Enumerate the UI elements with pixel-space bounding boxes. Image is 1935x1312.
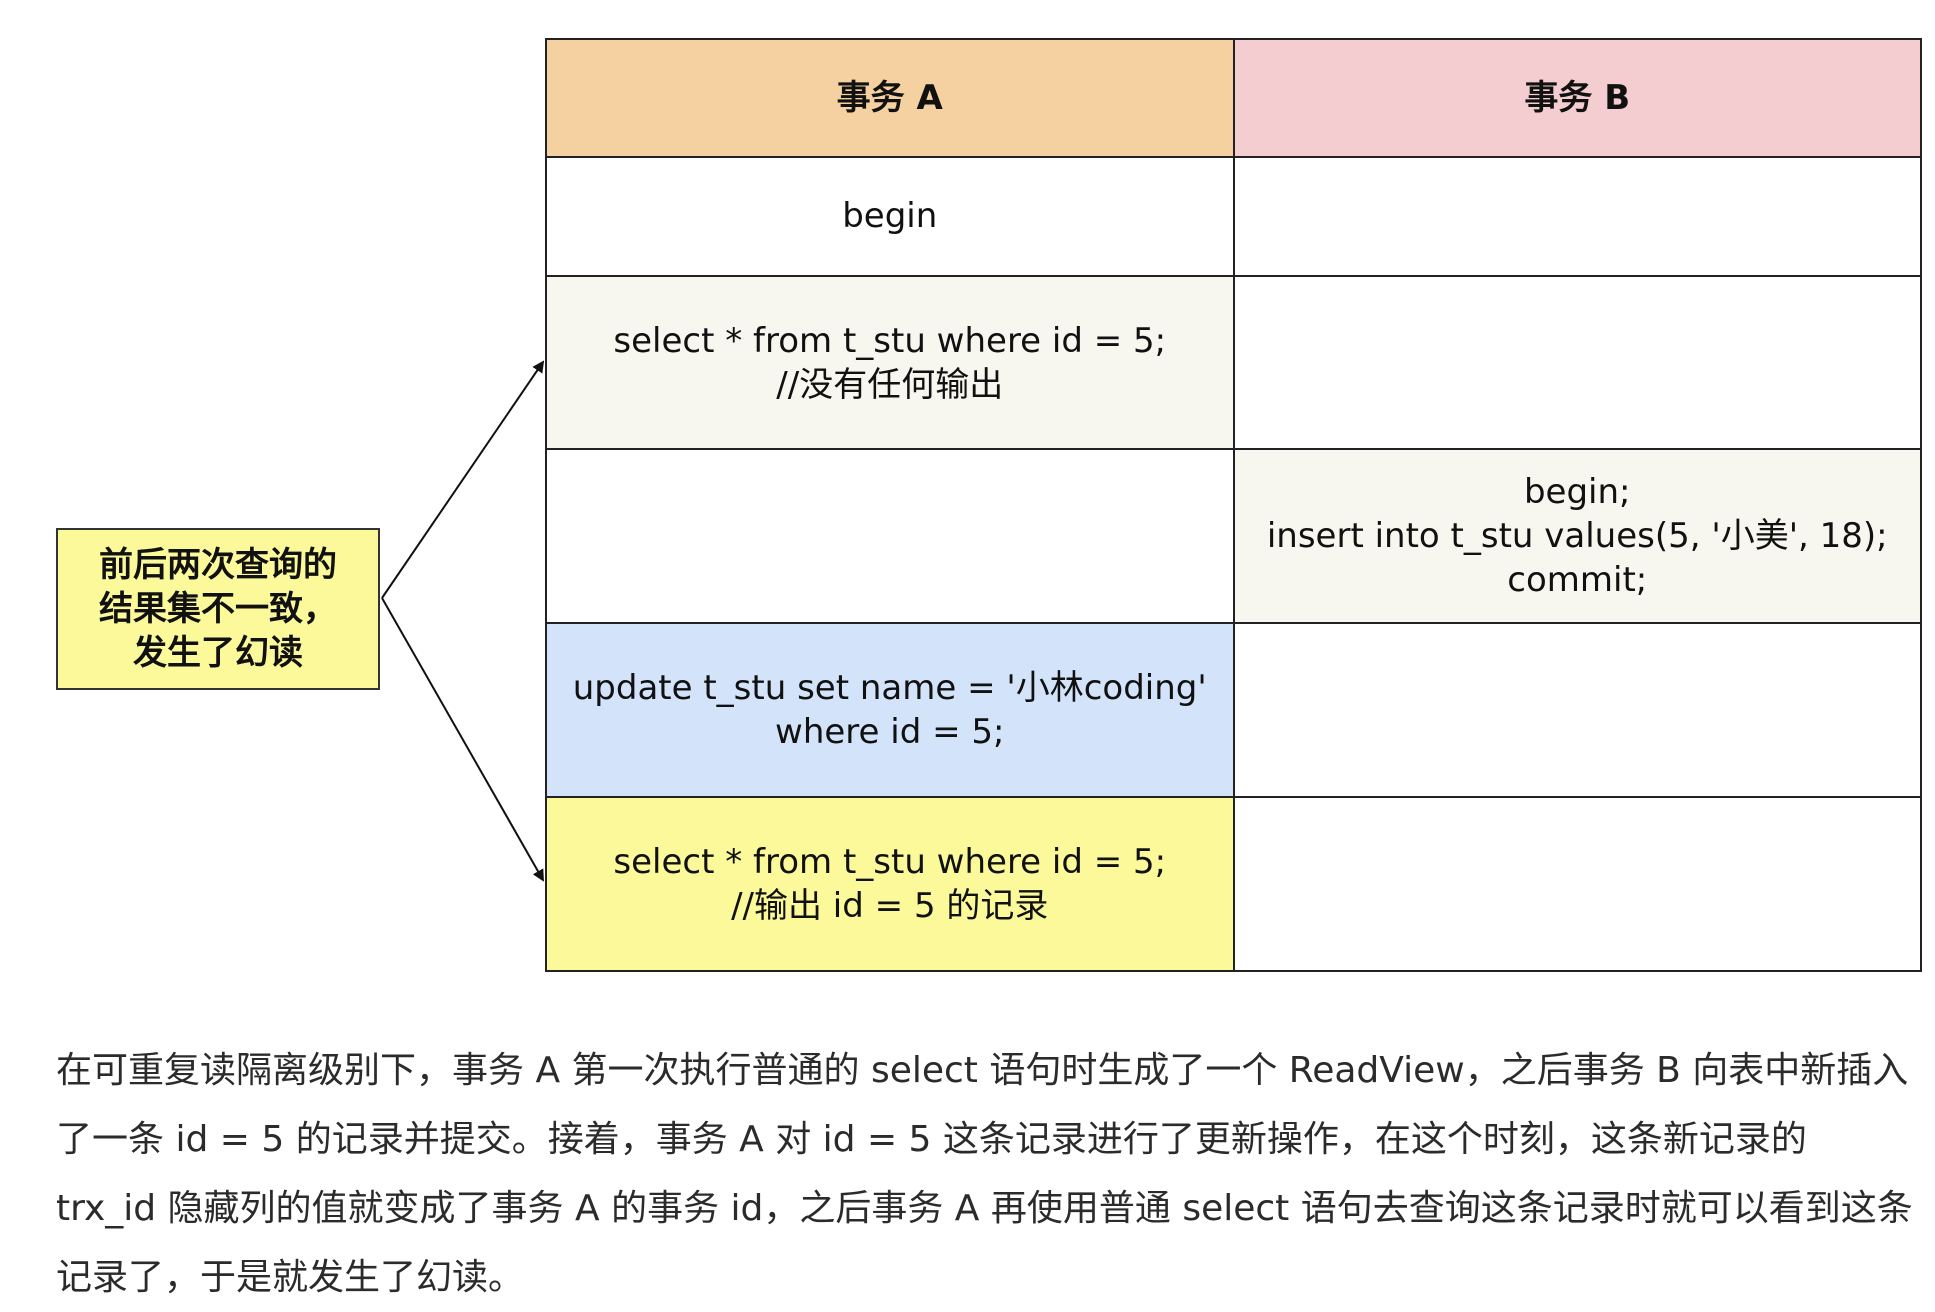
cell-a-second-select: select * from t_stu where id = 5; //输出 i… <box>545 796 1235 972</box>
header-transaction-a: 事务 A <box>545 38 1235 158</box>
transaction-diagram: 事务 A 事务 B begin select * from t_stu wher… <box>0 0 1935 990</box>
cell-line: begin <box>842 196 938 237</box>
explanation-paragraph: 在可重复读隔离级别下，事务 A 第一次执行普通的 select 语句时生成了一个… <box>56 1050 1913 1298</box>
note-line: 前后两次查询的 <box>99 545 337 585</box>
table-header-row: 事务 A 事务 B <box>545 38 1922 158</box>
arrow-to-second-select <box>381 597 544 882</box>
cell-line: select * from t_stu where id = 5; <box>613 842 1167 883</box>
arrow-to-first-select <box>381 360 545 599</box>
phantom-read-note: 前后两次查询的 结果集不一致， 发生了幻读 <box>56 528 380 690</box>
table-row: select * from t_stu where id = 5; //没有任何… <box>545 274 1922 451</box>
table-row: begin <box>545 156 1922 277</box>
table-row: begin; insert into t_stu values(5, '小美',… <box>545 448 1922 625</box>
note-line: 结果集不一致， <box>99 589 337 629</box>
cell-b-insert: begin; insert into t_stu values(5, '小美',… <box>1232 448 1922 625</box>
cell-line: update t_stu set name = '小林coding' <box>572 668 1207 709</box>
table-row: update t_stu set name = '小林coding' where… <box>545 622 1922 799</box>
cell-b-empty <box>1232 156 1922 277</box>
cell-line: select * from t_stu where id = 5; <box>613 320 1167 361</box>
table-row: select * from t_stu where id = 5; //输出 i… <box>545 796 1922 972</box>
cell-line: //没有任何输出 <box>776 364 1004 405</box>
cell-line: where id = 5; <box>775 712 1005 753</box>
cell-line: //输出 id = 5 的记录 <box>731 886 1049 927</box>
header-transaction-b: 事务 B <box>1232 38 1922 158</box>
cell-line: commit; <box>1507 560 1648 601</box>
cell-a-empty <box>545 448 1235 625</box>
cell-b-empty <box>1232 796 1922 972</box>
cell-a-update: update t_stu set name = '小林coding' where… <box>545 622 1235 799</box>
cell-a-first-select: select * from t_stu where id = 5; //没有任何… <box>545 274 1235 451</box>
cell-b-empty <box>1232 622 1922 799</box>
cell-b-empty <box>1232 274 1922 451</box>
transaction-table: 事务 A 事务 B begin select * from t_stu wher… <box>545 38 1922 972</box>
cell-a-begin: begin <box>545 156 1235 277</box>
cell-line: begin; <box>1523 472 1631 513</box>
cell-line: insert into t_stu values(5, '小美', 18); <box>1266 516 1888 557</box>
note-line: 发生了幻读 <box>133 633 303 673</box>
